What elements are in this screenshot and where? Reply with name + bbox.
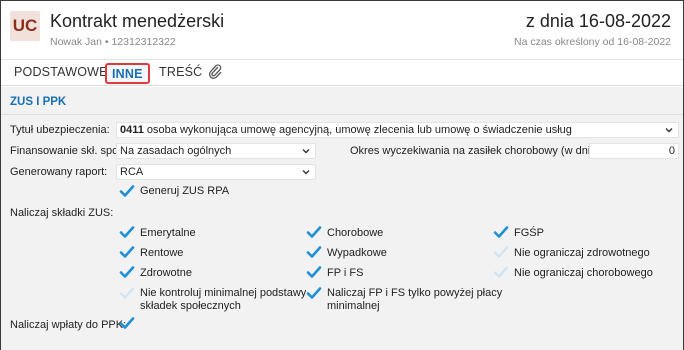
rentowe-checkbox[interactable]	[119, 245, 135, 259]
chevron-down-icon	[302, 170, 310, 175]
section-title: ZUS I PPK	[10, 96, 67, 108]
chorobowe-checkbox[interactable]	[306, 225, 322, 239]
zdrowotne-label: Zdrowotne	[140, 267, 192, 279]
no-min-base-control-checkbox[interactable]	[119, 286, 135, 300]
rentowe-label: Rentowe	[140, 247, 184, 259]
no-limit-sickness-checkbox[interactable]	[493, 265, 509, 279]
insurance-code: 0411	[120, 124, 144, 136]
chevron-down-icon	[665, 128, 673, 133]
financing-label: Finansowanie skł. społ.:	[10, 145, 127, 157]
insurance-title-label: Tytuł ubezpieczenia:	[10, 124, 110, 136]
report-label: Generowany raport:	[10, 166, 108, 178]
tab-podstawowe[interactable]: PODSTAWOWE	[11, 63, 111, 84]
page-title: Kontrakt menedżerski	[50, 11, 225, 31]
zdrowotne-checkbox[interactable]	[119, 265, 135, 279]
contributions-label: Naliczaj składki ZUS:	[10, 207, 114, 219]
fp-fs-checkbox[interactable]	[306, 265, 322, 279]
generate-rpa-label: Generuj ZUS RPA	[140, 185, 230, 197]
wypadkowe-label: Wypadkowe	[327, 247, 387, 259]
no-limit-health-label: Nie ograniczaj zdrowotnego	[514, 247, 650, 259]
emerytalne-checkbox[interactable]	[119, 225, 135, 239]
wypadkowe-checkbox[interactable]	[306, 245, 322, 259]
report-select[interactable]: RCA	[116, 164, 316, 180]
fp-fs-above-min-line2: minimalnej	[327, 300, 380, 312]
ppk-checkbox[interactable]	[119, 316, 135, 330]
insurance-description: osoba wykonująca umowę agencyjną, umowę …	[143, 124, 572, 136]
financing-select[interactable]: Na zasadach ogólnych	[116, 143, 316, 159]
paperclip-icon[interactable]	[208, 64, 222, 80]
zus-ppk-section: ZUS I PPK Tytuł ubezpieczenia: 0411 osob…	[1, 87, 683, 350]
fp-fs-above-min-label: Naliczaj FP i FS tylko powyżej płacy min…	[327, 287, 502, 313]
chevron-down-icon	[302, 149, 310, 154]
employee-subtitle: Nowak Jan • 12312312322	[50, 36, 176, 48]
fgsp-checkbox[interactable]	[493, 225, 509, 239]
no-min-base-control-line2: składek społecznych	[140, 300, 241, 312]
waiting-period-input[interactable]: 0	[589, 143, 679, 159]
waiting-period-label: Okres wyczekiwania na zasiłek chorobowy …	[350, 145, 615, 157]
fp-fs-above-min-line1: Naliczaj FP i FS tylko powyżej płacy	[327, 287, 503, 299]
fp-fs-label: FP i FS	[327, 267, 364, 279]
contract-date: z dnia 16-08-2022	[525, 11, 671, 31]
no-limit-health-checkbox[interactable]	[493, 245, 509, 259]
no-min-base-control-line1: Nie kontroluj minimalnej podstawy	[140, 287, 307, 299]
document-header: UC Kontrakt menedżerski Nowak Jan • 1231…	[1, 1, 683, 59]
fp-fs-above-min-checkbox[interactable]	[306, 286, 322, 300]
no-limit-sickness-label: Nie ograniczaj chorobowego	[514, 267, 653, 279]
insurance-title-select[interactable]: 0411 osoba wykonująca umowę agencyjną, u…	[116, 122, 679, 138]
ppk-label: Naliczaj wpłaty do PPK:	[10, 319, 127, 331]
section-divider	[1, 114, 683, 115]
financing-value: Na zasadach ogólnych	[120, 145, 232, 157]
emerytalne-label: Emerytalne	[140, 227, 196, 239]
generate-rpa-checkbox[interactable]	[119, 184, 135, 198]
contract-period: Na czas określony od 16-08-2022	[513, 36, 671, 48]
no-min-base-control-label: Nie kontroluj minimalnej podstawy składe…	[140, 287, 306, 313]
chorobowe-label: Chorobowe	[327, 227, 384, 239]
tab-inne[interactable]: INNE	[105, 63, 150, 84]
avatar: UC	[10, 11, 40, 41]
window: UC Kontrakt menedżerski Nowak Jan • 1231…	[0, 0, 684, 350]
fgsp-label: FGŚP	[514, 227, 544, 239]
report-value: RCA	[120, 166, 144, 178]
tab-bar: PODSTAWOWE INNE TREŚĆ	[1, 59, 683, 86]
tab-tresc[interactable]: TREŚĆ	[156, 63, 205, 84]
